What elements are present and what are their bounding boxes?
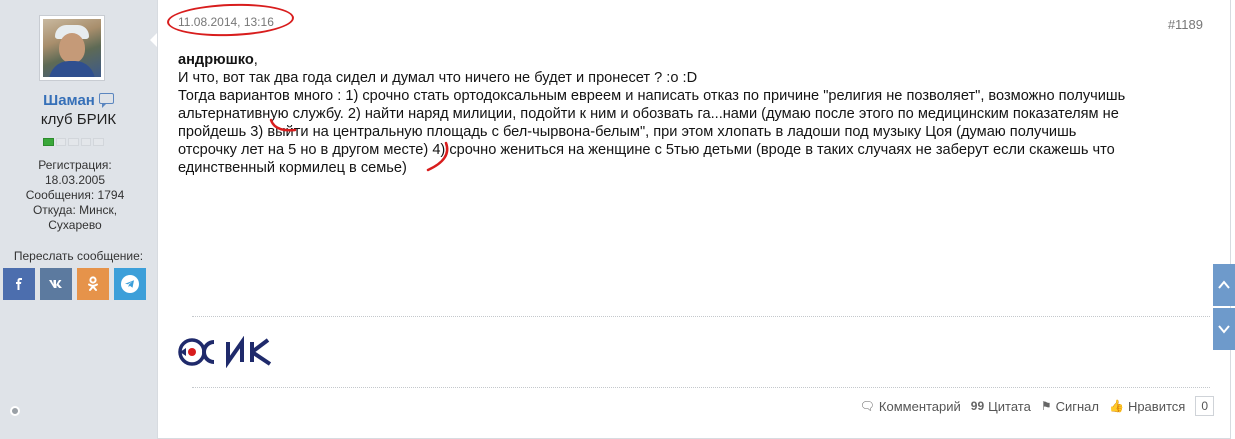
user-info: Регистрация: 18.03.2005 Сообщения: 1794 … [0,158,150,233]
thumbs-up-icon: 👍 [1108,399,1124,413]
report-button[interactable]: ⚑ Сигнал [1041,399,1099,414]
user-panel: Шаман клуб БРИК Регистрация: 18.03.2005 … [0,0,157,439]
reputation-bar [43,138,104,146]
addressee-suffix: , [253,52,258,68]
post-date: 11.08.2014, 13:16 [178,15,274,29]
flag-icon: ⚑ [1040,399,1052,413]
post-line: И что, вот так два года сидел и думал чт… [178,70,698,86]
avatar[interactable] [39,15,105,81]
post-line: Тогда вариантов много : 1) срочно стать … [178,88,1126,104]
signature-divider [192,316,1210,317]
share-buttons [3,268,146,300]
arrow-up-icon [1218,280,1230,289]
quote-icon: 99 [970,399,985,413]
comment-icon: 🗨 [859,399,875,413]
share-label: Переслать сообщение: [13,249,144,263]
like-count: 0 [1195,396,1214,416]
post-greeting: андрюшко, [178,51,1208,69]
reputation-segment [93,138,104,146]
report-label: Сигнал [1055,398,1099,414]
brik-logo [178,336,272,368]
facebook-share-button[interactable] [3,268,35,300]
message-bubble-icon[interactable] [98,93,114,108]
post-arrow [150,33,157,47]
facebook-icon [16,278,22,290]
vk-icon [49,280,62,288]
user-info-line: Регистрация: [38,158,112,172]
like-label: Нравится [1127,398,1186,414]
quote-label: Цитата [988,398,1031,414]
post-body: андрюшко, И что, вот так два года сидел … [178,51,1208,177]
quote-button[interactable]: 99 Цитата [971,399,1031,414]
user-title: клуб БРИК [40,111,117,128]
post-line: отсрочку лет на 5 но в другом месте) 4) … [178,142,1115,158]
footer-divider [192,387,1210,388]
like-button[interactable]: 👍 Нравится [1109,399,1185,414]
odnoklassniki-icon [88,276,98,291]
user-info-line: Откуда: Минск, [32,203,118,217]
arrow-down-icon [1218,325,1230,334]
reputation-segment [80,138,92,146]
reputation-segment [43,138,54,146]
post-number-link[interactable]: #1189 [1168,17,1203,32]
username-row[interactable]: Шаман [0,92,157,109]
post: 11.08.2014, 13:16 #1189 андрюшко, И что,… [157,0,1231,439]
odnoklassniki-share-button[interactable] [77,268,109,300]
scroll-up-button[interactable] [1213,264,1235,306]
comment-label: Комментарий [878,398,961,414]
post-line: альтернативную службу. 2) найти наряд ми… [178,106,1119,122]
scroll-down-button[interactable] [1213,308,1235,350]
telegram-share-button[interactable] [114,268,146,300]
user-info-line: Сообщения: 1794 [25,188,125,202]
post-line: пройдешь 3) выйти на центральную площадь… [178,124,1077,140]
comment-button[interactable]: 🗨 Комментарий [860,399,961,414]
post-actions: 🗨 Комментарий 99 Цитата ⚑ Сигнал 👍 Нрави… [860,396,1214,416]
addressee: андрюшко [178,52,254,68]
vk-share-button[interactable] [40,268,72,300]
avatar-image [43,19,101,77]
telegram-icon [121,275,139,293]
username[interactable]: Шаман [43,92,95,109]
user-info-line: 18.03.2005 [44,173,106,187]
user-info-line: Сухарево [48,218,102,232]
reputation-segment [68,138,79,146]
online-status-icon [10,406,20,416]
post-line: единственный кормилец в семье) [178,160,407,176]
reputation-segment [55,138,67,146]
